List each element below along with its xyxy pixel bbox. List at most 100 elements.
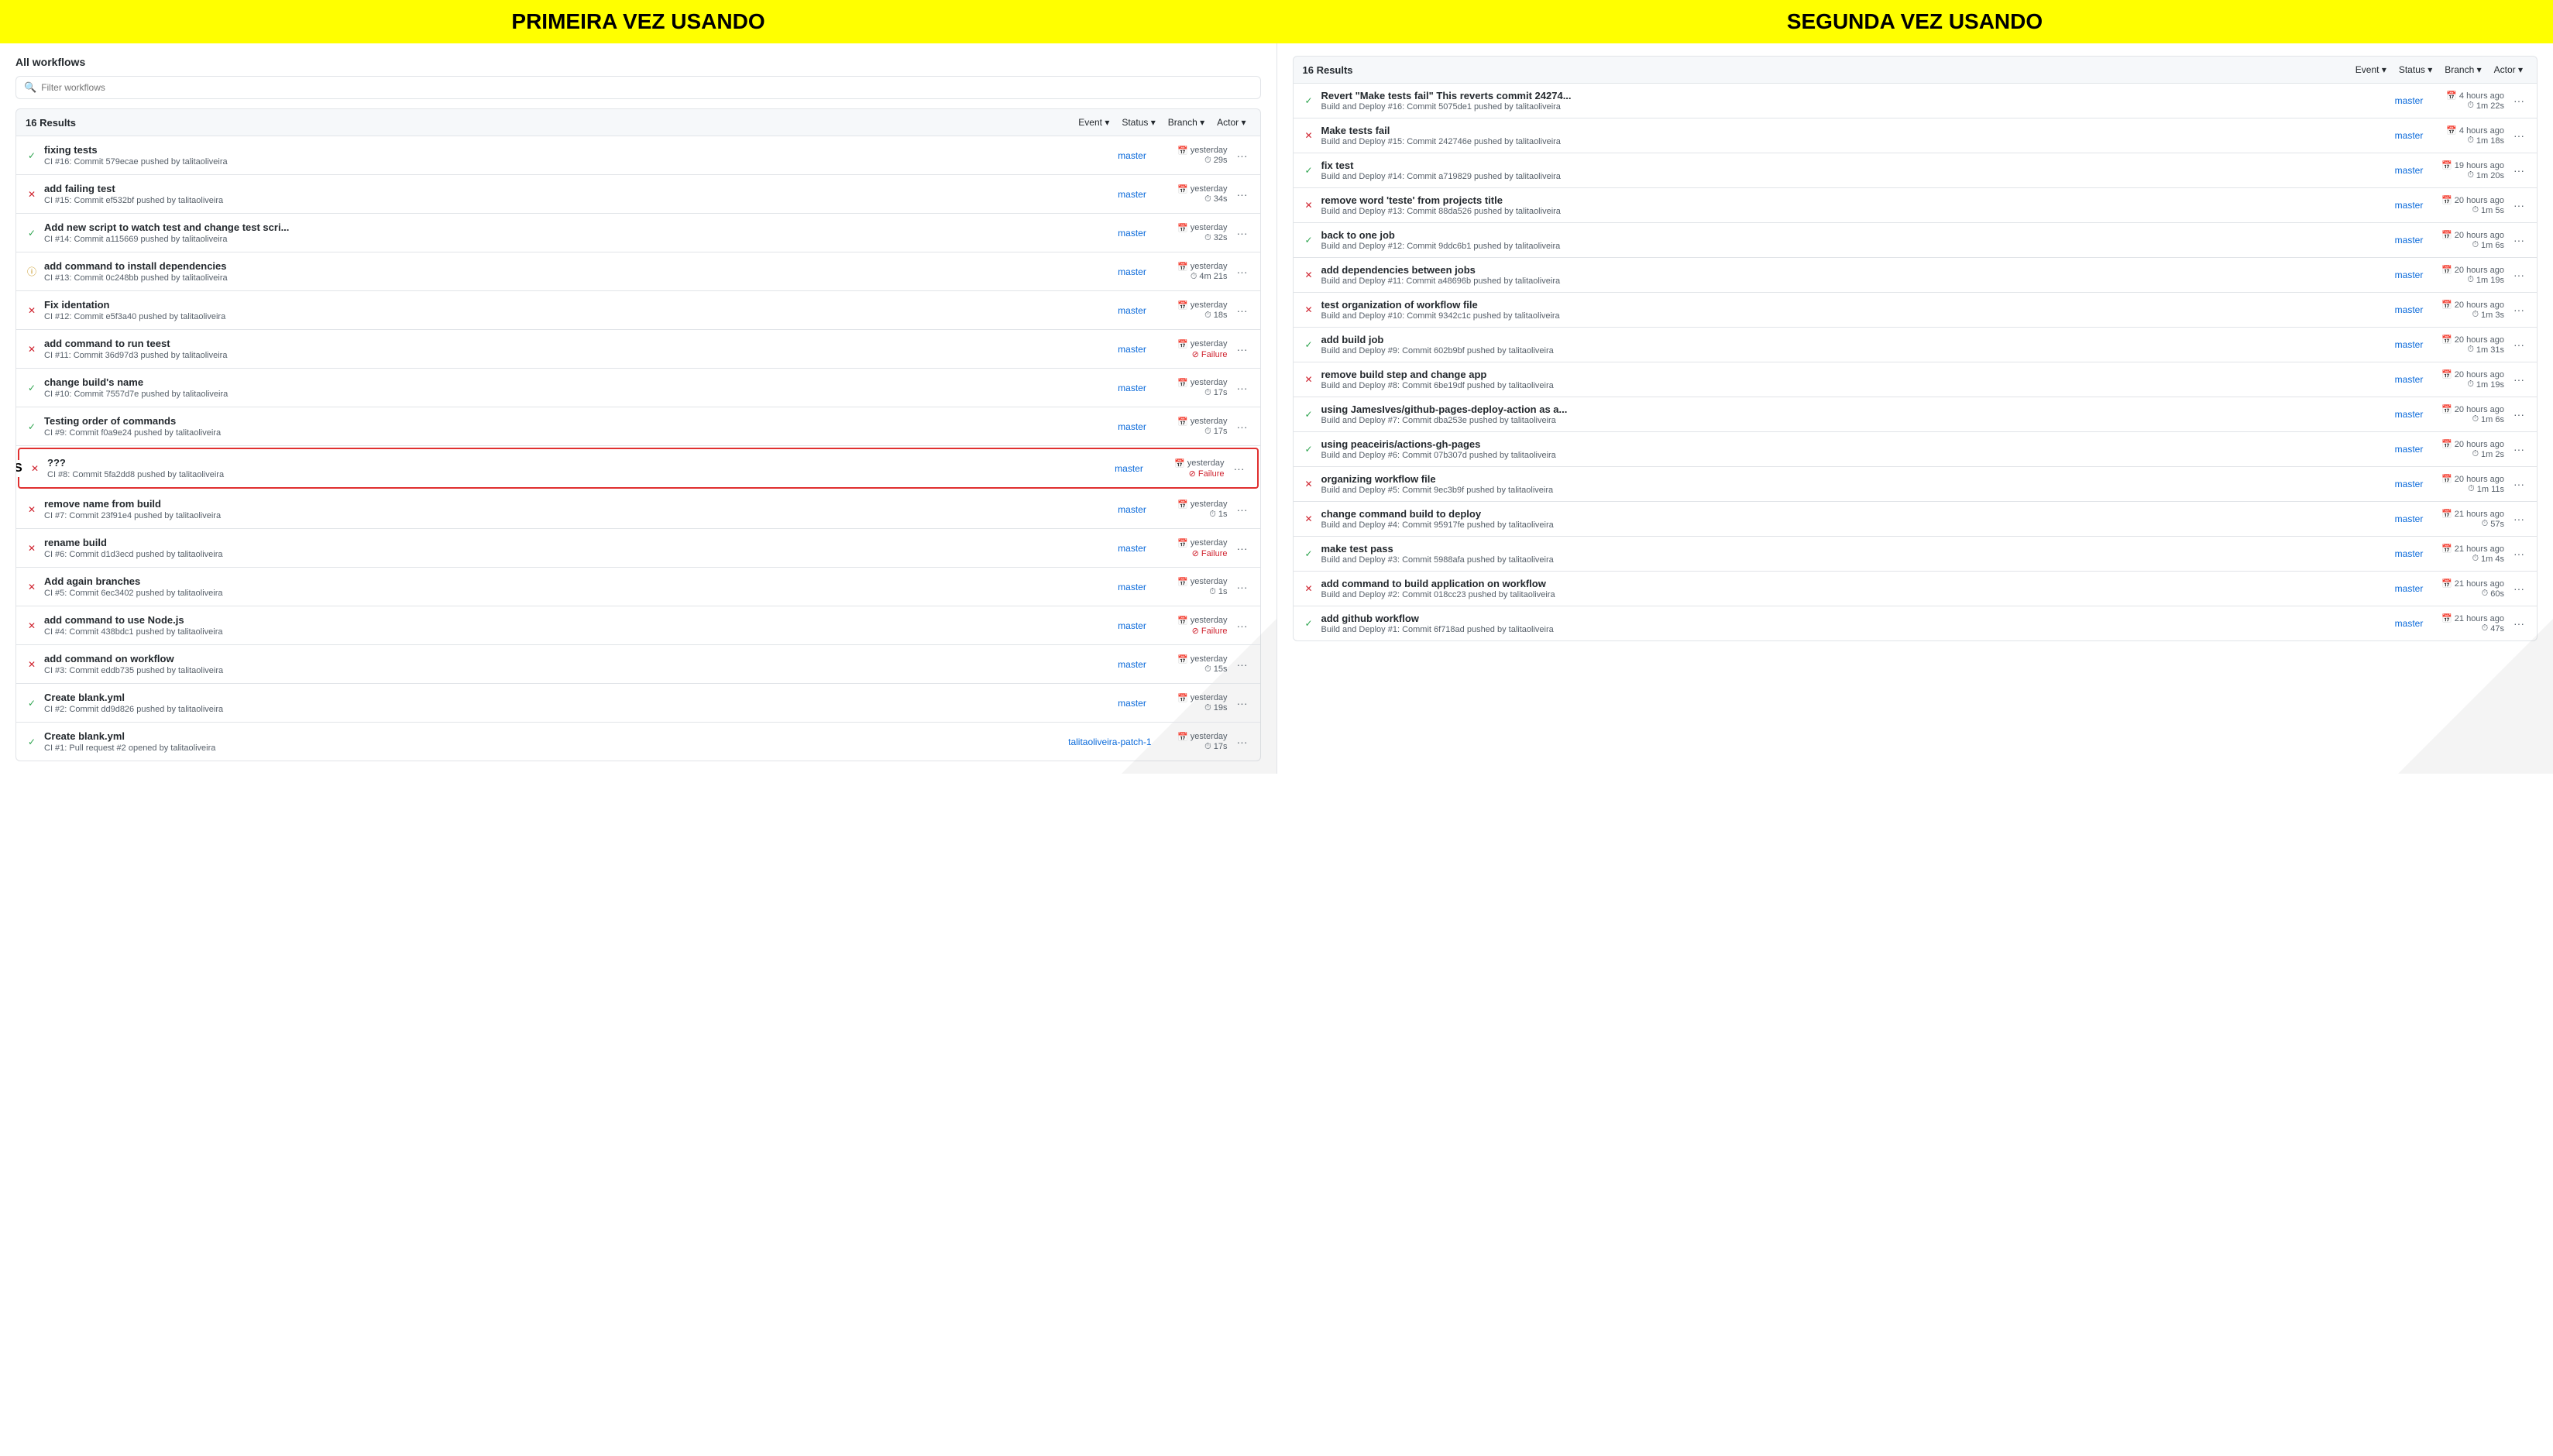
right-more-options-btn[interactable]: ··· (2510, 268, 2527, 282)
right-branch-link[interactable]: master (2390, 409, 2428, 420)
right-branch-link[interactable]: master (2390, 304, 2428, 315)
branch-link[interactable]: talitaoliveira-patch-1 (1068, 737, 1151, 747)
more-options-btn[interactable]: ··· (1234, 658, 1251, 671)
branch-link[interactable]: master (1113, 620, 1152, 631)
branch-link[interactable]: master (1113, 659, 1152, 670)
right-branch-link[interactable]: master (2390, 444, 2428, 455)
left-workflow-item[interactable]: ✓ fixing tests CI #16: Commit 579ecae pu… (16, 136, 1260, 175)
left-workflow-item[interactable]: ✕ Fix identation CI #12: Commit e5f3a40 … (16, 291, 1260, 330)
right-more-options-btn[interactable]: ··· (2510, 547, 2527, 561)
right-workflow-item[interactable]: ✓ back to one job Build and Deploy #12: … (1294, 223, 2538, 258)
left-workflow-item[interactable]: ✕ add command to run teest CI #11: Commi… (16, 330, 1260, 369)
right-more-options-btn[interactable]: ··· (2510, 303, 2527, 317)
status-filter-btn[interactable]: Status ▾ (1117, 115, 1160, 129)
right-workflow-item[interactable]: ✓ Revert "Make tests fail" This reverts … (1294, 84, 2538, 118)
more-options-btn[interactable]: ··· (1234, 342, 1251, 356)
branch-link[interactable]: master (1113, 582, 1152, 592)
right-branch-link[interactable]: master (2390, 339, 2428, 350)
left-workflow-item[interactable]: ✕ add command on workflow CI #3: Commit … (16, 645, 1260, 684)
more-options-btn[interactable]: ··· (1234, 696, 1251, 710)
right-branch-filter-btn[interactable]: Branch ▾ (2440, 63, 2486, 77)
left-workflow-item[interactable]: ⓘ add command to install dependencies CI… (16, 252, 1260, 291)
more-options-btn[interactable]: ··· (1231, 462, 1248, 476)
more-options-btn[interactable]: ··· (1234, 580, 1251, 594)
right-more-options-btn[interactable]: ··· (2510, 442, 2527, 456)
more-options-btn[interactable]: ··· (1234, 619, 1251, 633)
branch-link[interactable]: master (1113, 698, 1152, 709)
right-branch-link[interactable]: master (2390, 270, 2428, 280)
actor-filter-btn[interactable]: Actor ▾ (1212, 115, 1250, 129)
branch-filter-btn[interactable]: Branch ▾ (1163, 115, 1209, 129)
right-more-options-btn[interactable]: ··· (2510, 512, 2527, 526)
right-more-options-btn[interactable]: ··· (2510, 129, 2527, 143)
left-workflow-item[interactable]: ✕ add failing test CI #15: Commit ef532b… (16, 175, 1260, 214)
branch-link[interactable]: master (1110, 463, 1149, 474)
right-branch-link[interactable]: master (2390, 548, 2428, 559)
right-branch-link[interactable]: master (2390, 479, 2428, 489)
left-workflow-item[interactable]: ✕ remove name from build CI #7: Commit 2… (16, 490, 1260, 529)
right-more-options-btn[interactable]: ··· (2510, 233, 2527, 247)
right-more-options-btn[interactable]: ··· (2510, 616, 2527, 630)
right-branch-link[interactable]: master (2390, 583, 2428, 594)
left-workflow-item[interactable]: ✓ Testing order of commands CI #9: Commi… (16, 407, 1260, 446)
right-workflow-item[interactable]: ✓ make test pass Build and Deploy #3: Co… (1294, 537, 2538, 572)
right-branch-link[interactable]: master (2390, 130, 2428, 141)
right-workflow-item[interactable]: ✓ add build job Build and Deploy #9: Com… (1294, 328, 2538, 362)
more-options-btn[interactable]: ··· (1234, 265, 1251, 279)
right-branch-link[interactable]: master (2390, 235, 2428, 246)
more-options-btn[interactable]: ··· (1234, 226, 1251, 240)
right-more-options-btn[interactable]: ··· (2510, 94, 2527, 108)
right-branch-link[interactable]: master (2390, 374, 2428, 385)
right-workflow-item[interactable]: ✓ using peaceiris/actions-gh-pages Build… (1294, 432, 2538, 467)
filter-workflows-input[interactable] (41, 82, 1252, 93)
right-more-options-btn[interactable]: ··· (2510, 198, 2527, 212)
right-workflow-item[interactable]: ✕ add dependencies between jobs Build an… (1294, 258, 2538, 293)
more-options-btn[interactable]: ··· (1234, 381, 1251, 395)
right-more-options-btn[interactable]: ··· (2510, 477, 2527, 491)
right-more-options-btn[interactable]: ··· (2510, 163, 2527, 177)
branch-link[interactable]: master (1113, 543, 1152, 554)
left-workflow-item[interactable]: ✕ Add again branches CI #5: Commit 6ec34… (16, 568, 1260, 606)
branch-link[interactable]: master (1113, 266, 1152, 277)
right-more-options-btn[interactable]: ··· (2510, 582, 2527, 596)
right-workflow-item[interactable]: ✕ remove word 'teste' from projects titl… (1294, 188, 2538, 223)
more-options-btn[interactable]: ··· (1234, 304, 1251, 318)
right-workflow-item[interactable]: ✕ test organization of workflow file Bui… (1294, 293, 2538, 328)
left-workflow-item[interactable]: ✓ Create blank.yml CI #2: Commit dd9d826… (16, 684, 1260, 723)
more-options-btn[interactable]: ··· (1234, 735, 1251, 749)
right-branch-link[interactable]: master (2390, 95, 2428, 106)
event-filter-btn[interactable]: Event ▾ (1074, 115, 1114, 129)
right-branch-link[interactable]: master (2390, 513, 2428, 524)
branch-link[interactable]: master (1113, 344, 1152, 355)
left-workflow-item[interactable]: ✓ Create blank.yml CI #1: Pull request #… (16, 723, 1260, 761)
branch-link[interactable]: master (1113, 150, 1152, 161)
left-workflow-item[interactable]: ✕ rename build CI #6: Commit d1d3ecd pus… (16, 529, 1260, 568)
right-workflow-item[interactable]: ✕ Make tests fail Build and Deploy #15: … (1294, 118, 2538, 153)
right-branch-link[interactable]: master (2390, 200, 2428, 211)
right-workflow-item[interactable]: ✕ organizing workflow file Build and Dep… (1294, 467, 2538, 502)
more-options-btn[interactable]: ··· (1234, 541, 1251, 555)
right-status-filter-btn[interactable]: Status ▾ (2394, 63, 2437, 77)
more-options-btn[interactable]: ··· (1234, 503, 1251, 517)
branch-link[interactable]: master (1113, 421, 1152, 432)
left-workflow-item[interactable]: RISOS ✕ ??? CI #8: Commit 5fa2dd8 pushed… (18, 448, 1259, 489)
more-options-btn[interactable]: ··· (1234, 420, 1251, 434)
right-workflow-item[interactable]: ✓ fix test Build and Deploy #14: Commit … (1294, 153, 2538, 188)
right-more-options-btn[interactable]: ··· (2510, 338, 2527, 352)
right-branch-link[interactable]: master (2390, 165, 2428, 176)
more-options-btn[interactable]: ··· (1234, 149, 1251, 163)
left-workflow-item[interactable]: ✕ add command to use Node.js CI #4: Comm… (16, 606, 1260, 645)
right-workflow-item[interactable]: ✓ using JamesIves/github-pages-deploy-ac… (1294, 397, 2538, 432)
branch-link[interactable]: master (1113, 305, 1152, 316)
right-workflow-item[interactable]: ✕ change command build to deploy Build a… (1294, 502, 2538, 537)
right-workflow-item[interactable]: ✕ remove build step and change app Build… (1294, 362, 2538, 397)
filter-workflows-box[interactable]: 🔍 (15, 76, 1261, 99)
right-more-options-btn[interactable]: ··· (2510, 407, 2527, 421)
right-workflow-item[interactable]: ✕ add command to build application on wo… (1294, 572, 2538, 606)
branch-link[interactable]: master (1113, 228, 1152, 239)
branch-link[interactable]: master (1113, 189, 1152, 200)
branch-link[interactable]: master (1113, 504, 1152, 515)
left-workflow-item[interactable]: ✓ change build's name CI #10: Commit 755… (16, 369, 1260, 407)
more-options-btn[interactable]: ··· (1234, 187, 1251, 201)
right-workflow-item[interactable]: ✓ add github workflow Build and Deploy #… (1294, 606, 2538, 640)
